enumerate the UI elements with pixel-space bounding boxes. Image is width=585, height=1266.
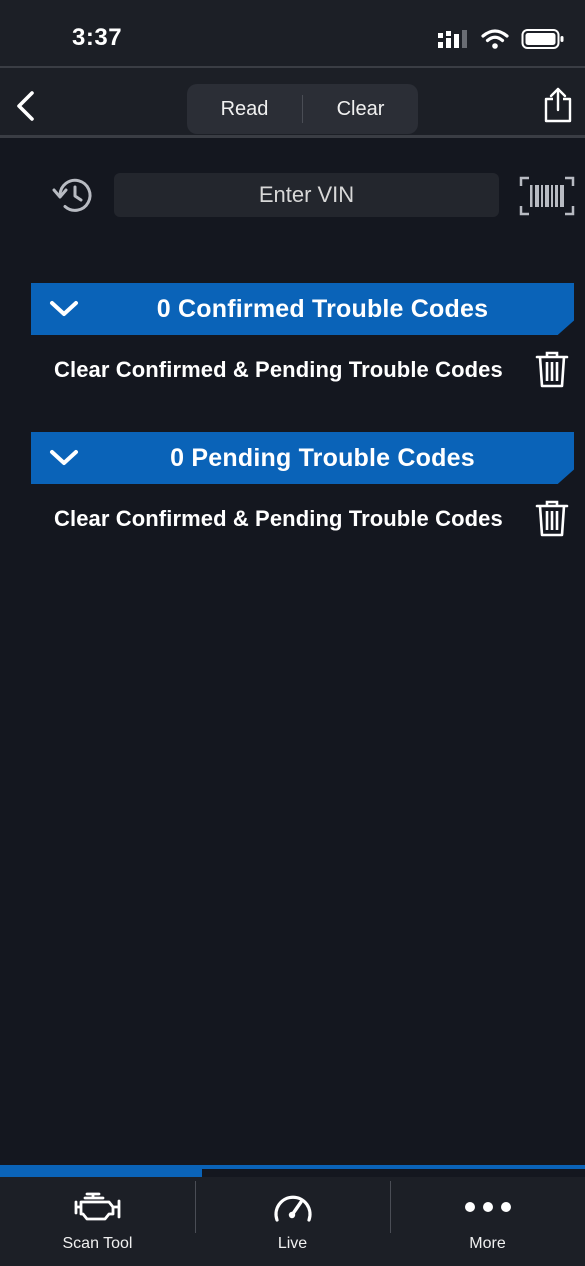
tab-icon [0, 1189, 195, 1225]
share-icon [544, 87, 572, 123]
bottom-tab-bar: Scan Tool Live More [0, 1177, 585, 1266]
tab-indicator [0, 1165, 585, 1177]
trash-icon [535, 351, 569, 388]
confirmed-codes-title: 0 Confirmed Trouble Codes [156, 295, 489, 323]
tab-indicator-active [0, 1165, 202, 1177]
clear-codes-label: Clear Confirmed & Pending Trouble Codes [54, 357, 503, 382]
tab-read[interactable]: Read [187, 98, 302, 121]
pending-codes-header[interactable]: 0 Pending Trouble Codes [31, 432, 574, 484]
chevron-left-icon [17, 91, 34, 121]
tab-live[interactable]: Live [195, 1177, 390, 1266]
tab-label: Live [277, 1235, 308, 1252]
read-clear-segmented-control: Read Clear [187, 84, 418, 134]
tab-label: More [469, 1235, 506, 1252]
vin-history-button[interactable] [50, 174, 96, 216]
share-button[interactable] [541, 86, 575, 124]
battery-icon [521, 29, 564, 49]
clear-pending-button[interactable] [534, 498, 570, 538]
vin-input[interactable] [114, 173, 499, 217]
signal-icon [438, 30, 467, 48]
status-icons [437, 28, 565, 50]
tab-label: Scan Tool [62, 1235, 133, 1252]
tab-scan-tool[interactable]: Scan Tool [0, 1177, 195, 1266]
barcode-icon [519, 176, 575, 216]
more-dots-icon [464, 1202, 511, 1212]
clear-confirmed-row: Clear Confirmed & Pending Trouble Codes [0, 347, 585, 393]
tab-more[interactable]: More [390, 1177, 585, 1266]
clear-pending-row: Clear Confirmed & Pending Trouble Codes [0, 496, 585, 542]
confirmed-codes-header[interactable]: 0 Confirmed Trouble Codes [31, 283, 574, 335]
gauge-icon [273, 1195, 312, 1222]
clear-confirmed-button[interactable] [534, 349, 570, 389]
engine-icon [74, 1192, 120, 1221]
trash-icon [535, 500, 569, 537]
status-time: 3:37 [72, 24, 123, 51]
history-icon [52, 178, 92, 212]
status-bar: 3:37 [0, 0, 585, 66]
nav-bar: Read Clear [0, 66, 585, 138]
vin-row [0, 170, 585, 220]
tab-indicator-line [202, 1165, 585, 1169]
wifi-icon [481, 29, 509, 49]
tab-clear[interactable]: Clear [303, 98, 418, 121]
tab-icon [390, 1189, 585, 1225]
tab-icon [195, 1189, 390, 1225]
pending-codes-title: 0 Pending Trouble Codes [170, 444, 475, 472]
scan-barcode-button[interactable] [519, 176, 575, 216]
clear-codes-label: Clear Confirmed & Pending Trouble Codes [54, 506, 503, 531]
back-button[interactable] [10, 88, 40, 124]
